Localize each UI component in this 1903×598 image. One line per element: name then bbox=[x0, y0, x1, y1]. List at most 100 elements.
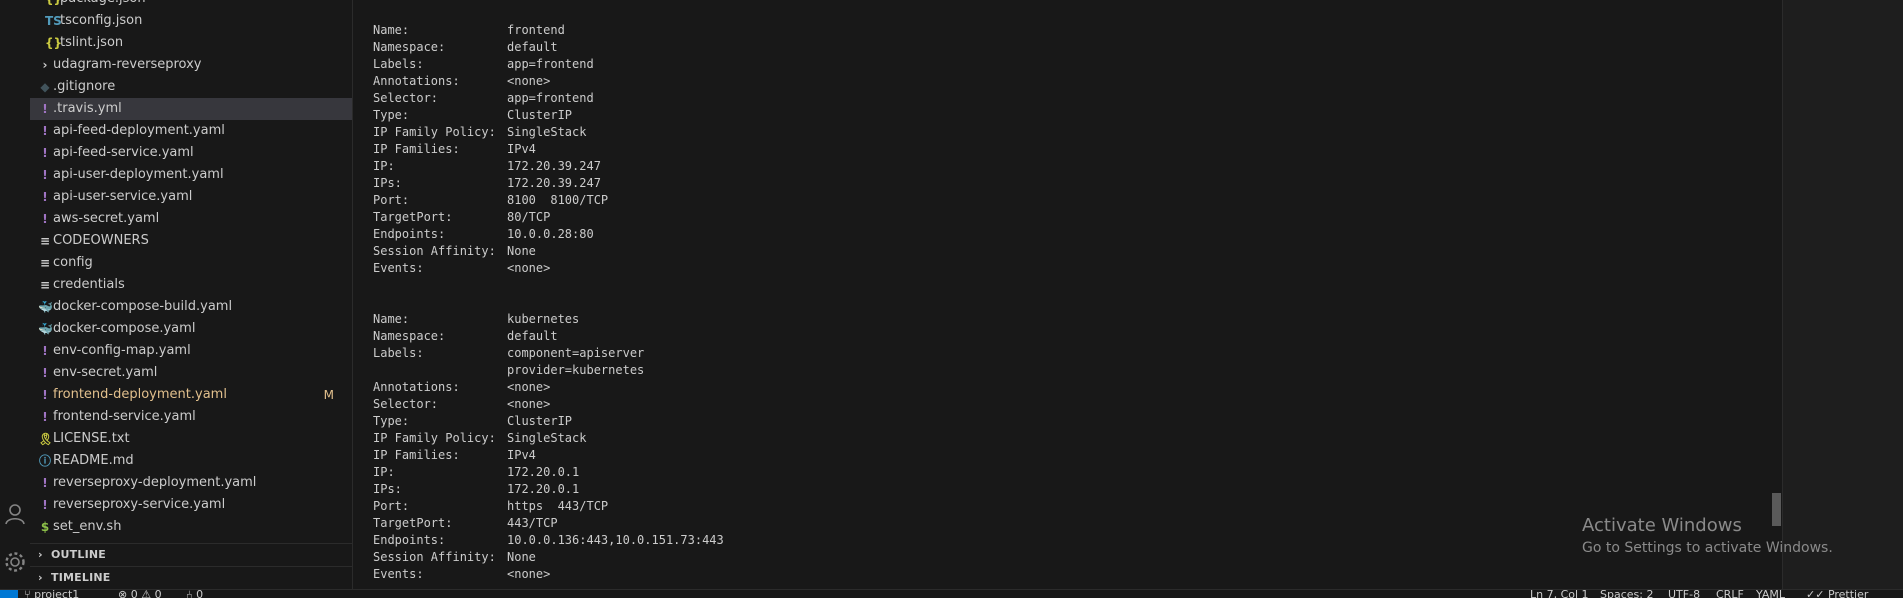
yaml-icon: ! bbox=[42, 102, 48, 116]
tree-item-label: api-user-service.yaml bbox=[53, 189, 193, 204]
field-value: <none> bbox=[507, 261, 551, 275]
tree-item[interactable]: ! api-user-deployment.yaml bbox=[30, 164, 352, 186]
field-value: 10.0.0.28:80 bbox=[507, 227, 594, 241]
tree-item-label: udagram-reverseproxy bbox=[53, 57, 202, 72]
field-key: IPs: bbox=[373, 176, 402, 190]
tree-item[interactable]: ! api-feed-deployment.yaml bbox=[30, 120, 352, 142]
tree-item-label: env-config-map.yaml bbox=[53, 343, 191, 358]
tree-item[interactable]: › udagram-reverseproxy bbox=[30, 54, 352, 76]
field-key: Events: bbox=[373, 261, 424, 275]
json-icon: {} bbox=[45, 0, 62, 10]
tree-item[interactable]: ! frontend-service.yaml bbox=[30, 406, 352, 428]
tree-item-label: .gitignore bbox=[53, 79, 116, 94]
field-key: IP Family Policy: bbox=[373, 431, 496, 445]
tree-item[interactable]: ! reverseproxy-service.yaml bbox=[30, 494, 352, 516]
text-file-icon: ≡ bbox=[39, 234, 51, 248]
field-value: None bbox=[507, 244, 536, 258]
field-value: 172.20.39.247 bbox=[507, 176, 601, 190]
field-key: Events: bbox=[373, 567, 424, 581]
chevron-right-icon: › bbox=[38, 571, 43, 584]
field-key: IP: bbox=[373, 159, 395, 173]
docker-icon: 🐳 bbox=[38, 322, 53, 336]
yaml-icon: ! bbox=[42, 344, 48, 358]
terminal-scrollbar-track bbox=[1782, 0, 1783, 589]
field-value: component=apiserver bbox=[507, 346, 645, 360]
field-value: 172.20.0.1 bbox=[507, 465, 580, 479]
field-key: IP: bbox=[373, 465, 395, 479]
outline-label: OUTLINE bbox=[51, 548, 107, 561]
field-value: <none> bbox=[507, 380, 551, 394]
outline-section-header[interactable]: › OUTLINE bbox=[30, 544, 352, 566]
yaml-icon: ! bbox=[42, 124, 48, 138]
field-key: Selector: bbox=[373, 91, 439, 105]
field-value: app=frontend bbox=[507, 91, 594, 105]
chevron-right-icon: › bbox=[42, 58, 48, 72]
yaml-icon: ! bbox=[42, 366, 48, 380]
yaml-icon: ! bbox=[42, 212, 48, 226]
yaml-icon: ! bbox=[42, 146, 48, 160]
activity-bar bbox=[0, 0, 31, 589]
tree-item-label: CODEOWNERS bbox=[53, 233, 149, 248]
tree-item[interactable]: ⓘ README.md bbox=[30, 450, 352, 472]
text-file-icon: ≡ bbox=[39, 278, 51, 292]
tree-item[interactable]: ≡ config bbox=[30, 252, 352, 274]
file-tree: {}package.jsonTStsconfig.json{}tslint.js… bbox=[30, 0, 352, 538]
tree-item[interactable]: ! env-secret.yaml bbox=[30, 362, 352, 384]
tree-item-label: frontend-deployment.yaml bbox=[53, 387, 227, 402]
watermark-subtitle: Go to Settings to activate Windows. bbox=[1582, 540, 1833, 556]
field-key: IP Families: bbox=[373, 142, 460, 156]
tree-item[interactable]: ! frontend-deployment.yaml M bbox=[30, 384, 352, 406]
tree-item[interactable]: TS tsconfig.json bbox=[30, 10, 352, 32]
tree-item[interactable]: ! .travis.yml bbox=[30, 98, 352, 120]
tree-item[interactable]: ! aws-secret.yaml bbox=[30, 208, 352, 230]
tree-item-label: reverseproxy-service.yaml bbox=[53, 497, 226, 512]
tree-item-label: tslint.json bbox=[60, 35, 124, 50]
field-value: ClusterIP bbox=[507, 414, 573, 428]
tree-item[interactable]: {} tslint.json bbox=[30, 32, 352, 54]
tree-item[interactable]: ! reverseproxy-deployment.yaml bbox=[30, 472, 352, 494]
field-value: SingleStack bbox=[507, 431, 587, 445]
tree-item[interactable]: {}package.json bbox=[30, 0, 352, 10]
yaml-icon: ! bbox=[42, 168, 48, 182]
timeline-label: TIMELINE bbox=[51, 571, 111, 584]
account-icon[interactable] bbox=[2, 501, 28, 527]
text-file-icon: ≡ bbox=[39, 256, 51, 270]
tree-item[interactable]: ≡ credentials bbox=[30, 274, 352, 296]
tree-item-label: package.json bbox=[60, 0, 146, 10]
tree-item-label: .travis.yml bbox=[53, 101, 122, 116]
field-key: Namespace: bbox=[373, 329, 446, 343]
field-value: kubernetes bbox=[507, 312, 580, 326]
tree-item[interactable]: ! api-user-service.yaml bbox=[30, 186, 352, 208]
yaml-icon: ! bbox=[42, 476, 48, 490]
field-key: Type: bbox=[373, 108, 410, 122]
terminal-panel[interactable]: Name: frontend Namespace: default Labels: app… bbox=[353, 0, 1783, 589]
field-key: TargetPort: bbox=[373, 516, 453, 530]
field-key: Type: bbox=[373, 414, 410, 428]
field-value: 8100 8100/TCP bbox=[507, 193, 609, 207]
chevron-right-icon: › bbox=[38, 548, 43, 561]
tree-item[interactable]: ≡ CODEOWNERS bbox=[30, 230, 352, 252]
field-key: Selector: bbox=[373, 397, 439, 411]
field-value: 172.20.39.247 bbox=[507, 159, 601, 173]
field-value: 443/TCP bbox=[507, 516, 558, 530]
field-key: Labels: bbox=[373, 57, 424, 71]
shell-icon: $ bbox=[40, 520, 50, 534]
gear-icon[interactable] bbox=[2, 549, 28, 575]
field-key: Labels: bbox=[373, 346, 424, 360]
tree-item-label: aws-secret.yaml bbox=[53, 211, 160, 226]
yaml-icon: ! bbox=[42, 410, 48, 424]
tree-item[interactable]: ◆ .gitignore bbox=[30, 76, 352, 98]
activate-windows-watermark: Activate Windows Go to Settings to activ… bbox=[1582, 514, 1833, 558]
tree-item[interactable]: ! env-config-map.yaml bbox=[30, 340, 352, 362]
tree-item-label: set_env.sh bbox=[53, 519, 122, 534]
tree-item[interactable]: 🐳 docker-compose.yaml bbox=[30, 318, 352, 340]
field-key: Name: bbox=[373, 312, 410, 326]
tree-item[interactable]: ! api-feed-service.yaml bbox=[30, 142, 352, 164]
timeline-section-header[interactable]: › TIMELINE bbox=[30, 567, 352, 589]
yaml-icon: ! bbox=[42, 190, 48, 204]
tree-item[interactable]: 🎗 LICENSE.txt bbox=[30, 428, 352, 450]
tree-item-label: tsconfig.json bbox=[60, 13, 143, 28]
tree-item[interactable]: 🐳 docker-compose-build.yaml bbox=[30, 296, 352, 318]
tree-item[interactable]: $ set_env.sh bbox=[30, 516, 352, 538]
field-value: IPv4 bbox=[507, 142, 536, 156]
